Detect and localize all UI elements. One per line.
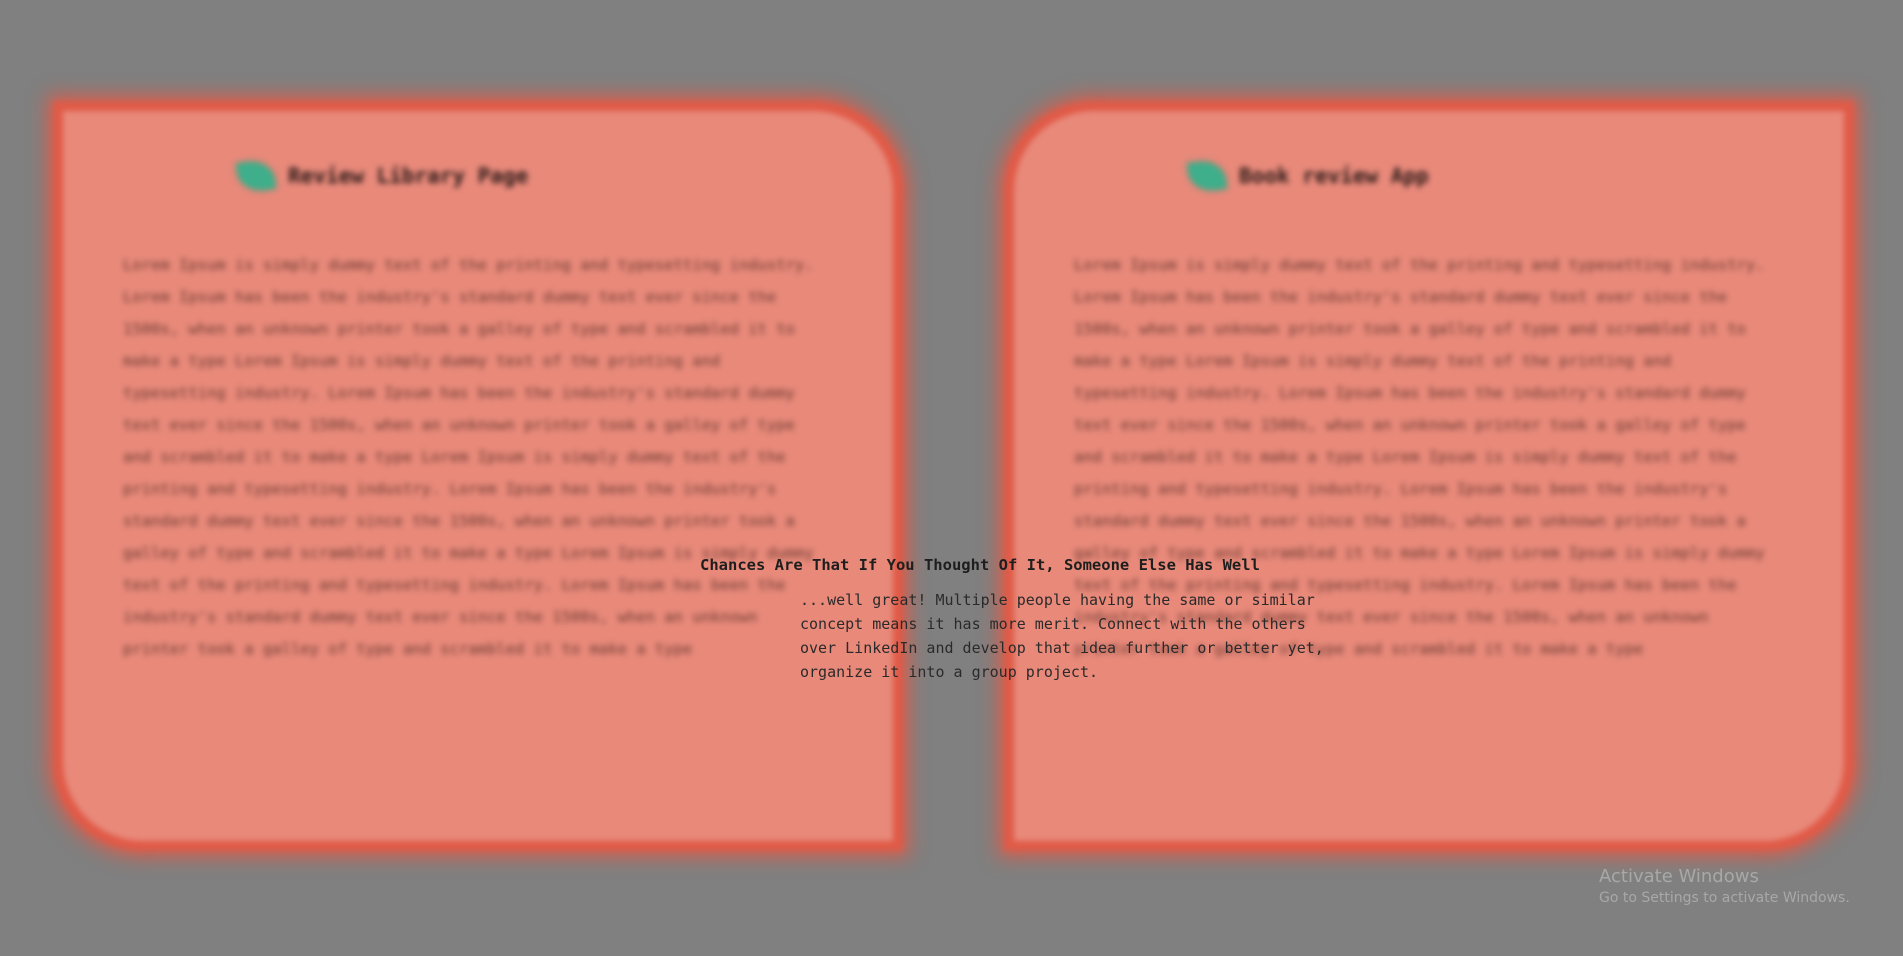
card-header: Book review App	[1187, 158, 1429, 194]
card-header: Review Library Page	[236, 158, 529, 194]
project-card-book-review[interactable]: Book review App Lorem Ipsum is simply du…	[1004, 101, 1854, 851]
leaf-icon	[1187, 158, 1227, 194]
leaf-icon	[236, 158, 276, 194]
overlay-title: Chances Are That If You Thought Of It, S…	[700, 556, 1260, 574]
card-title: Review Library Page	[288, 164, 529, 188]
blurred-background: Review Library Page Lorem Ipsum is simpl…	[0, 0, 1903, 956]
watermark-title: Activate Windows	[1599, 866, 1759, 887]
activate-windows-watermark: Activate Windows Go to Settings to activ…	[1599, 866, 1850, 906]
card-title: Book review App	[1239, 164, 1429, 188]
project-card-review-library[interactable]: Review Library Page Lorem Ipsum is simpl…	[53, 101, 903, 851]
watermark-subtitle: Go to Settings to activate Windows.	[1599, 890, 1850, 906]
overlay-text: ...well great! Multiple people having th…	[800, 591, 1324, 681]
idea-overlay: Chances Are That If You Thought Of It, S…	[600, 556, 1324, 684]
page-stage: Review Library Page Lorem Ipsum is simpl…	[0, 0, 1903, 956]
